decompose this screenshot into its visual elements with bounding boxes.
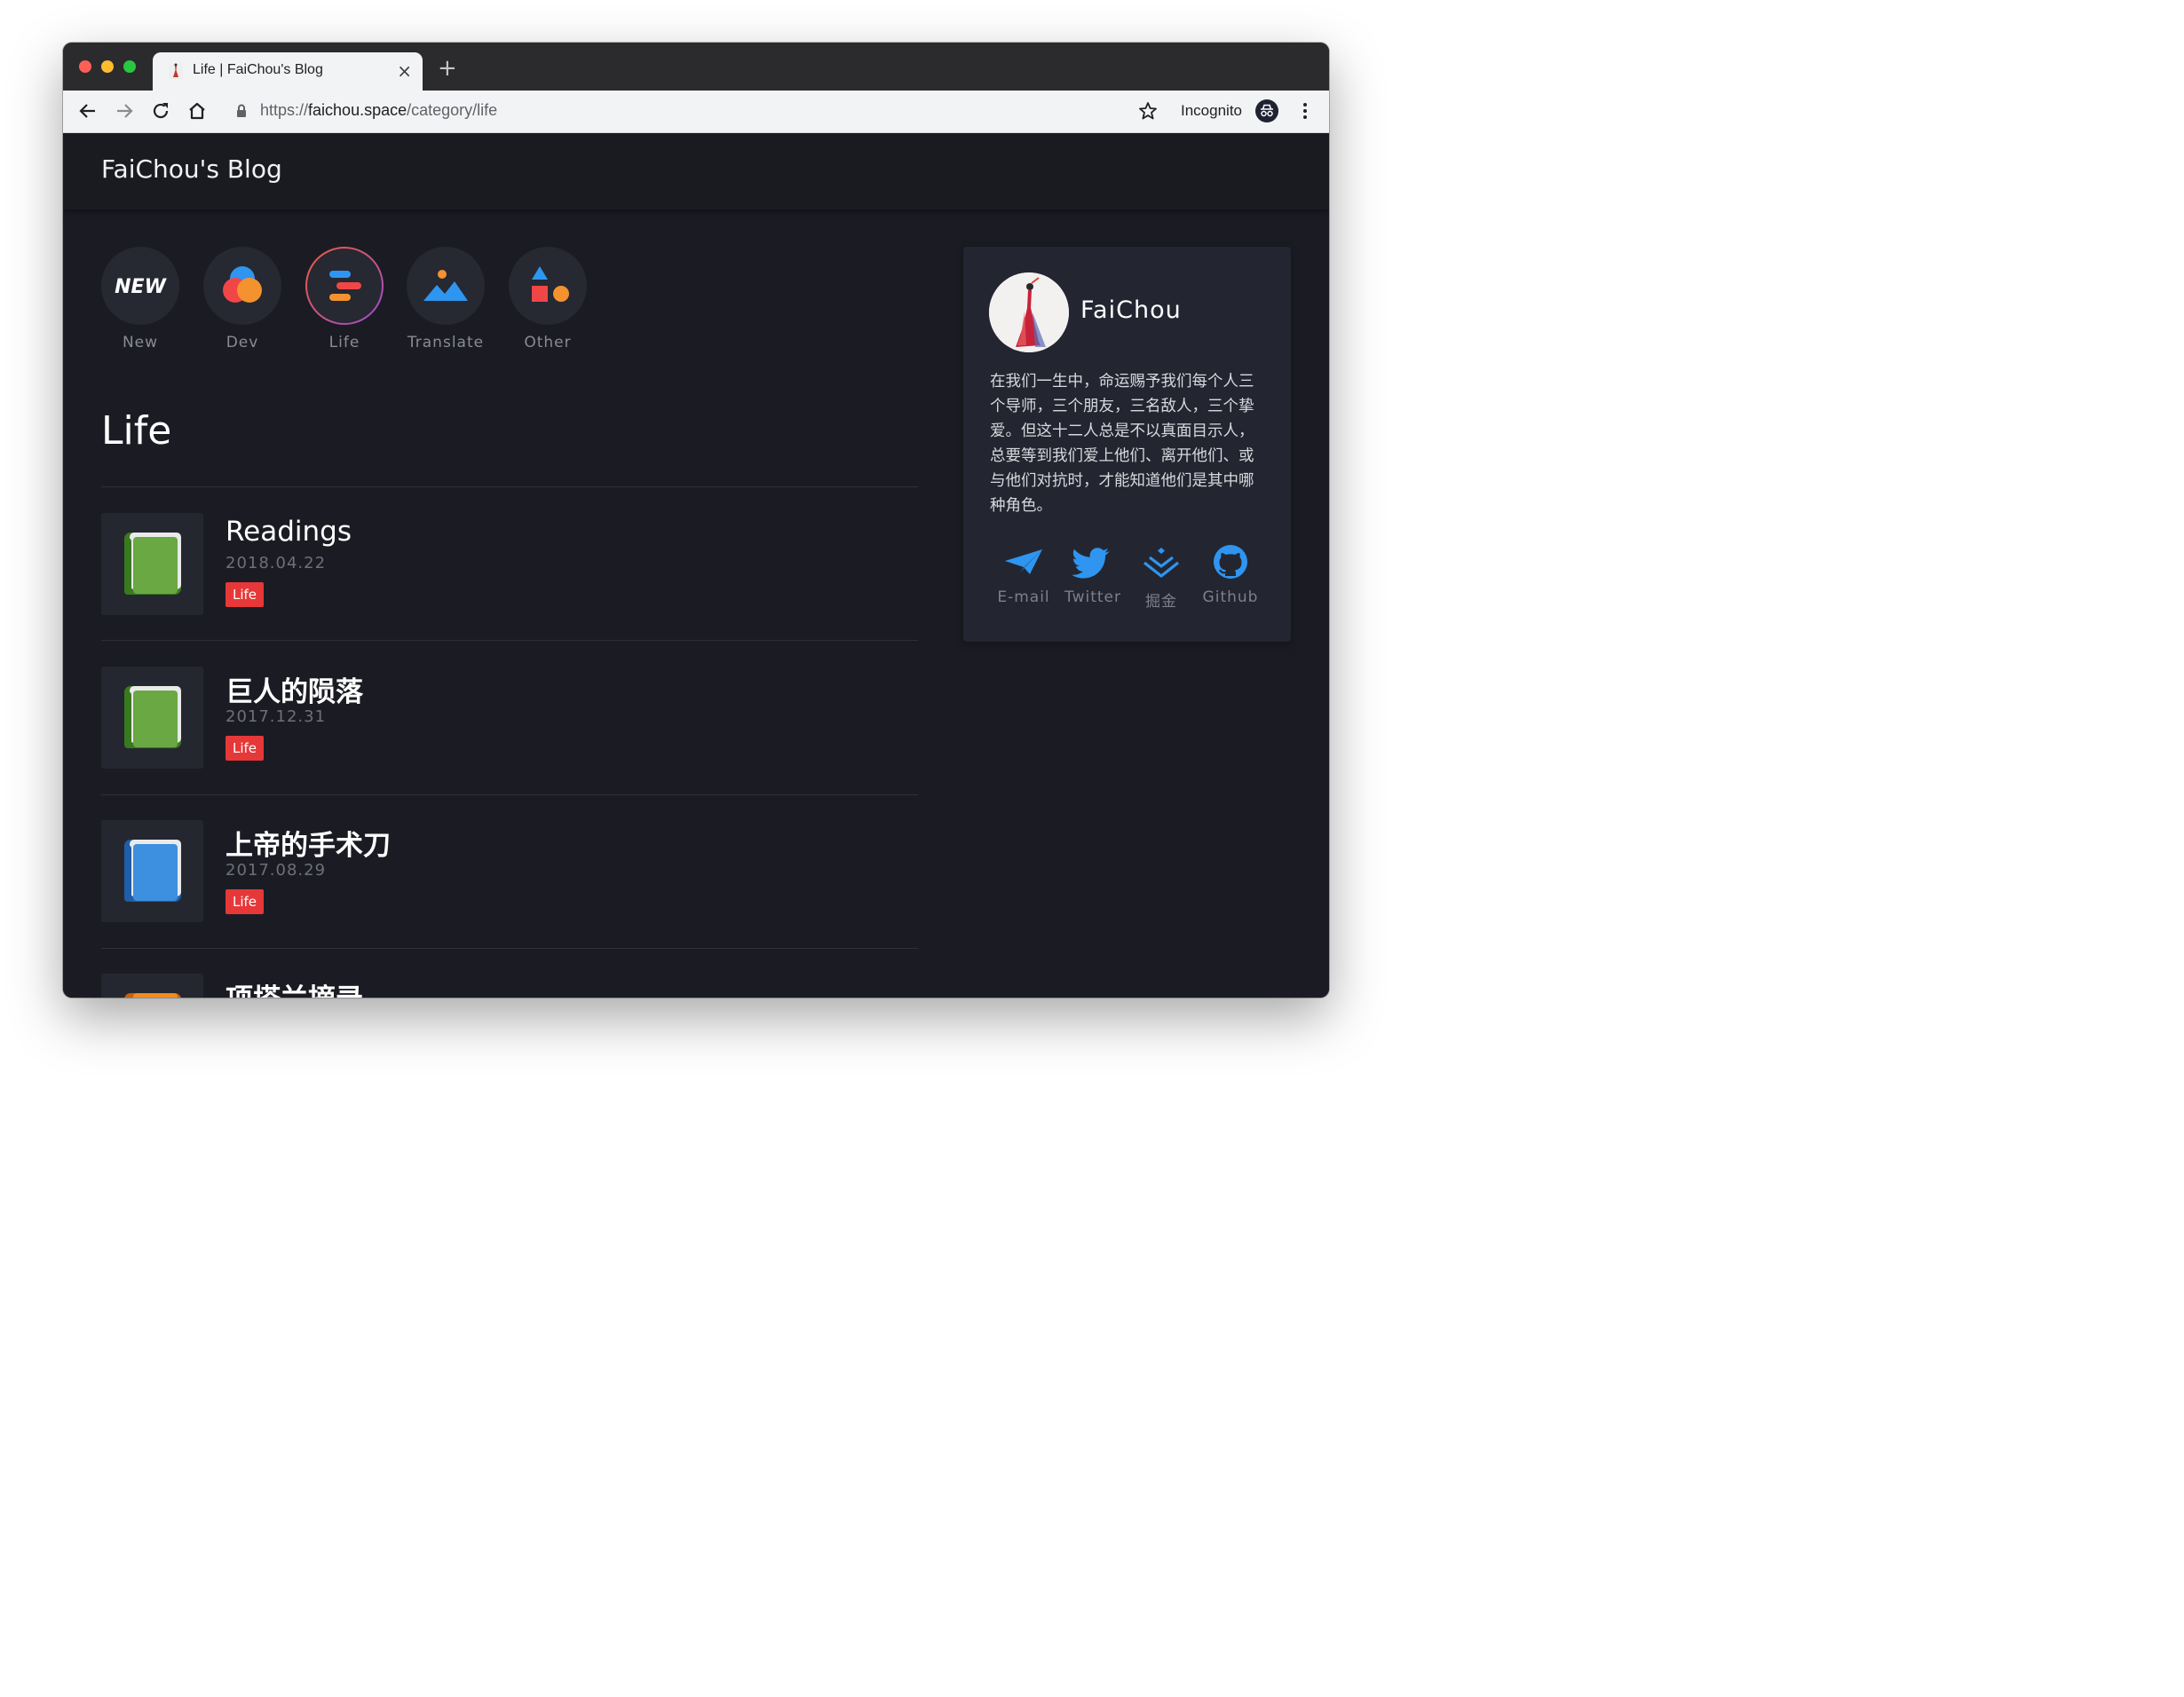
browser-window: Life | FaiChou's Blog × + https://faicho…: [63, 43, 1329, 998]
post-title[interactable]: Readings: [226, 516, 352, 548]
avatar-figure-illustration: [989, 272, 1069, 352]
orange-book-icon: [124, 993, 181, 998]
book-cover: [133, 537, 178, 594]
post-thumbnail[interactable]: [101, 974, 203, 998]
incognito-label[interactable]: Incognito: [1181, 102, 1242, 120]
social-github[interactable]: Github: [1196, 544, 1265, 606]
category-label: New: [122, 334, 159, 351]
post-item[interactable]: 上帝的手术刀 2017.08.29 Life: [101, 820, 918, 923]
home-icon[interactable]: [186, 100, 208, 122]
social-label: 掘金: [1145, 593, 1177, 611]
category-other-circle: [509, 247, 587, 325]
page-content: FaiChou's Blog NEW New Dev Life Translat…: [63, 133, 1329, 998]
browser-toolbar: https://faichou.space/category/life Inco…: [63, 91, 1329, 133]
post-title[interactable]: 项塔兰摘录: [226, 976, 363, 998]
github-icon: [1214, 545, 1247, 579]
stacked-bars-icon: [329, 271, 361, 301]
post-date: 2018.04.22: [226, 554, 327, 572]
category-life-circle-active: [305, 247, 384, 325]
post-tag[interactable]: Life: [226, 889, 265, 914]
url-host: faichou.space: [308, 101, 408, 119]
category-dev-circle: [203, 247, 281, 325]
forward-arrow-icon[interactable]: [114, 100, 135, 122]
category-translate-circle: [407, 247, 485, 325]
category-new-circle: NEW: [101, 247, 179, 325]
category-translate[interactable]: Translate: [406, 247, 486, 351]
url-path: /category/life: [407, 101, 498, 119]
author-card: FaiChou 在我们一生中，命运赐予我们每个人三个导师，三个朋友，三名敌人，三…: [963, 247, 1291, 642]
divider: [101, 640, 918, 641]
minimize-window-button[interactable]: [101, 60, 114, 73]
author-bio: 在我们一生中，命运赐予我们每个人三个导师，三个朋友，三名敌人，三个挚爱。但这十二…: [990, 373, 1254, 515]
post-date: 2017.12.31: [226, 707, 327, 726]
category-label: Life: [328, 334, 360, 351]
reload-icon[interactable]: [150, 100, 171, 122]
new-badge-icon: NEW: [115, 276, 167, 298]
category-new[interactable]: NEW New: [100, 247, 180, 351]
post-thumbnail[interactable]: [101, 513, 203, 615]
back-arrow-icon[interactable]: [77, 100, 99, 122]
site-title[interactable]: FaiChou's Blog: [101, 154, 282, 184]
site-favicon-icon: [169, 63, 183, 79]
divider: [101, 486, 918, 487]
bookmark-star-icon[interactable]: [1137, 100, 1159, 122]
twitter-bird-icon: [1072, 548, 1110, 579]
shapes-icon: [532, 266, 569, 302]
address-bar[interactable]: https://faichou.space/category/life: [260, 101, 497, 120]
category-label: Other: [524, 334, 572, 351]
lock-icon[interactable]: [233, 102, 250, 120]
green-book-icon: [124, 686, 181, 748]
social-twitter[interactable]: Twitter: [1058, 544, 1128, 606]
overlapping-circles-icon: [223, 266, 262, 303]
author-avatar[interactable]: [989, 272, 1069, 352]
post-tag[interactable]: Life: [226, 582, 265, 607]
post-item[interactable]: 巨人的陨落 2017.12.31 Life: [101, 667, 918, 770]
new-tab-button[interactable]: +: [438, 57, 457, 80]
author-name: FaiChou: [1080, 296, 1182, 324]
post-tag[interactable]: Life: [226, 736, 265, 761]
close-tab-button[interactable]: ×: [397, 60, 412, 82]
maximize-window-button[interactable]: [123, 60, 136, 73]
green-book-icon: [124, 533, 181, 595]
post-thumbnail[interactable]: [101, 820, 203, 922]
divider: [101, 794, 918, 795]
post-title[interactable]: 上帝的手术刀: [226, 823, 391, 863]
social-label: E-mail: [997, 588, 1050, 606]
category-label: Translate: [407, 334, 485, 351]
page-heading: Life: [101, 408, 172, 454]
menu-kebab-icon[interactable]: [1294, 100, 1316, 122]
post-date: 2017.08.29: [226, 861, 327, 880]
juejin-icon: [1143, 548, 1179, 578]
category-life[interactable]: Life: [305, 247, 384, 351]
category-label: Dev: [226, 334, 259, 351]
url-scheme: https://: [260, 101, 309, 119]
tab-title: Life | FaiChou's Blog: [193, 62, 323, 77]
social-label: Github: [1202, 588, 1259, 606]
social-email[interactable]: E-mail: [989, 544, 1058, 606]
paper-plane-icon: [1005, 549, 1042, 574]
post-title[interactable]: 巨人的陨落: [226, 669, 363, 709]
mountain-landscape-icon: [423, 270, 468, 301]
site-header: FaiChou's Blog: [63, 133, 1329, 209]
social-label: Twitter: [1064, 588, 1121, 606]
category-dev[interactable]: Dev: [202, 247, 282, 351]
browser-tab[interactable]: Life | FaiChou's Blog ×: [153, 52, 423, 91]
book-cover: [133, 993, 178, 998]
post-item[interactable]: 项塔兰摘录: [101, 974, 918, 998]
svg-text:NEW: NEW: [115, 276, 167, 298]
post-item[interactable]: Readings 2018.04.22 Life: [101, 513, 918, 616]
close-window-button[interactable]: [79, 60, 91, 73]
post-thumbnail[interactable]: [101, 667, 203, 769]
book-cover: [133, 691, 178, 747]
blue-book-icon: [124, 840, 181, 902]
divider: [101, 948, 918, 949]
tab-strip: Life | FaiChou's Blog × +: [63, 43, 1329, 91]
book-cover: [133, 844, 178, 901]
incognito-icon[interactable]: [1255, 99, 1278, 122]
social-juejin[interactable]: 掘金: [1127, 544, 1196, 611]
category-other[interactable]: Other: [508, 247, 588, 351]
